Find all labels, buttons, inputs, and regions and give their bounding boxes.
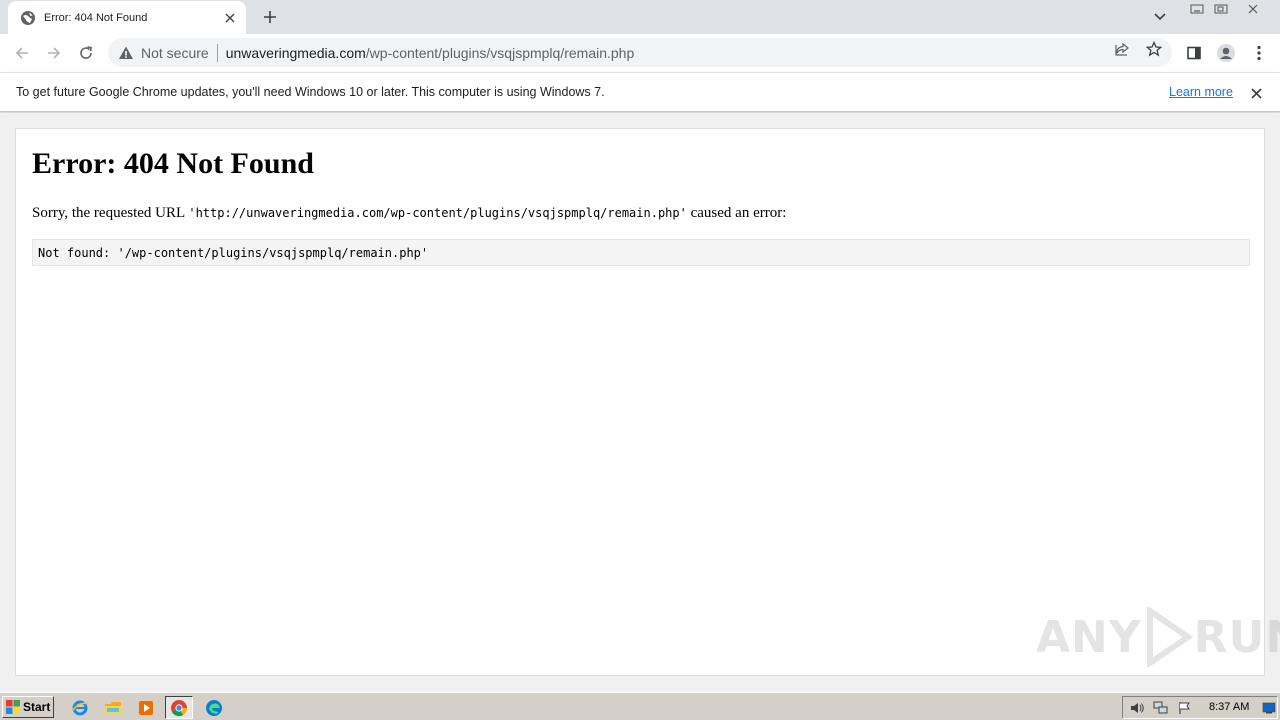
start-label: Start [23, 700, 51, 714]
sorry-suffix: caused an error: [686, 205, 787, 221]
globe-icon [21, 10, 35, 25]
toolbar: Not secure unwaveringmedia.com/wp-conten… [0, 34, 1280, 72]
taskbar: Start 8:37 AM [0, 692, 1280, 720]
watermark-text-right: RUN [1193, 611, 1280, 663]
warning-icon[interactable] [118, 45, 134, 61]
address-bar[interactable]: Not secure unwaveringmedia.com/wp-conten… [108, 38, 1172, 67]
edge-icon[interactable] [200, 696, 228, 719]
error-page: Error: 404 Not Found Sorry, the requeste… [15, 128, 1265, 676]
learn-more-link[interactable]: Learn more [1169, 85, 1233, 99]
internet-explorer-icon[interactable] [66, 696, 94, 719]
bookmark-star-icon[interactable] [1145, 40, 1163, 58]
requested-url: 'http://unwaveringmedia.com/wp-content/p… [188, 206, 687, 220]
error-description: Sorry, the requested URL 'http://unwaver… [32, 205, 786, 222]
play-logo-icon [1146, 607, 1194, 667]
chrome-icon[interactable] [165, 696, 193, 719]
show-desktop-icon[interactable] [1261, 700, 1277, 716]
share-icon[interactable] [1113, 40, 1131, 58]
speaker-icon[interactable] [1129, 700, 1145, 716]
chevron-down-icon[interactable] [1150, 7, 1170, 27]
infobar-message: To get future Google Chrome updates, you… [16, 85, 605, 99]
network-icon[interactable] [1153, 700, 1169, 716]
clock[interactable]: 8:37 AM [1209, 701, 1249, 713]
close-icon[interactable] [1247, 84, 1265, 102]
divider [216, 43, 218, 62]
restore-icon[interactable] [1208, 0, 1234, 18]
close-icon[interactable] [220, 8, 240, 28]
tab-title: Error: 404 Not Found [44, 11, 148, 24]
tab-active[interactable]: Error: 404 Not Found [8, 1, 246, 34]
minimize-icon[interactable] [1184, 0, 1210, 18]
menu-kebab-icon[interactable] [1245, 39, 1273, 67]
screen: Error: 404 Not Found Not secure unwaveri… [0, 0, 1280, 720]
forward-button[interactable] [40, 39, 68, 67]
security-label[interactable]: Not secure [141, 45, 209, 61]
action-center-flag-icon[interactable] [1177, 700, 1193, 716]
file-explorer-icon[interactable] [99, 696, 127, 719]
side-panel-icon[interactable] [1180, 39, 1208, 67]
start-button[interactable]: Start [2, 696, 54, 718]
system-tray: 8:37 AM [1122, 696, 1278, 719]
page-title: Error: 404 Not Found [32, 147, 314, 180]
sorry-prefix: Sorry, the requested URL [32, 205, 189, 221]
tab-strip: Error: 404 Not Found [0, 0, 1280, 34]
url-host: unwaveringmedia.com [225, 44, 366, 61]
reload-icon [80, 46, 92, 59]
url-path: /wp-content/plugins/vsqjspmplq/remain.ph… [365, 44, 635, 61]
new-tab-button[interactable] [258, 6, 282, 28]
update-infobar: To get future Google Chrome updates, you… [0, 72, 1280, 112]
watermark-text-left: ANY [1036, 611, 1142, 663]
arrow-left-icon [15, 47, 28, 59]
media-player-icon[interactable] [132, 696, 160, 719]
back-button[interactable] [8, 39, 36, 67]
anyrun-watermark: ANY RUN [1036, 606, 1280, 668]
reload-button[interactable] [72, 39, 100, 67]
arrow-right-icon [48, 47, 61, 59]
window-close-icon[interactable] [1240, 0, 1266, 18]
error-detail: Not found: '/wp-content/plugins/vsqjspmp… [32, 239, 1250, 266]
profile-avatar-icon[interactable] [1212, 39, 1240, 67]
windows-logo-icon [6, 700, 20, 714]
